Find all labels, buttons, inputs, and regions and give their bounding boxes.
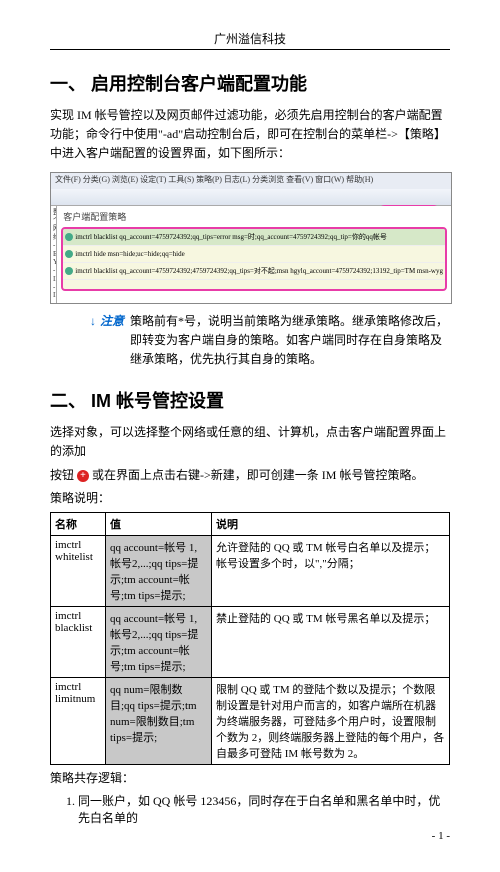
page-number: - 1 -: [50, 830, 450, 842]
row-icon: [65, 250, 73, 258]
note-label: 注意: [100, 312, 124, 370]
menubar: 文件(F) 分类(G) 浏览(E) 设定(T) 工具(S) 策略(P) 日志(L…: [51, 173, 451, 189]
cell-name: imctrl limitnum: [51, 677, 106, 764]
row-text: imctrl blacklist qq_account=4759724392;4…: [75, 266, 443, 276]
policy-table: 名称 值 说明 imctrl whitelist qq account=帐号 1…: [50, 512, 450, 765]
cell-name: imctrl whitelist: [51, 535, 106, 606]
label-explain: 策略说明：: [50, 489, 450, 508]
list-item: 同一账户，如 QQ 帐号 123456，同时存在于白名单和黑名单中时，优先白名单…: [78, 792, 450, 826]
policy-list-highlight: imctrl blacklist qq_account=4759724392;q…: [61, 227, 447, 291]
plus-icon: +: [77, 470, 89, 482]
section1-heading: 一、 启用控制台客户端配置功能: [50, 70, 450, 96]
note-block: ↓ 注意 策略前有*号，说明当前策略为继承策略。继承策略修改后，即转变为客户端自…: [90, 312, 450, 370]
policy-row: imctrl blacklist qq_account=4759724392;q…: [63, 229, 445, 246]
section2-para2: 按钮 + 或在界面上点击右键->新建，即可创建一条 IM 帐号管控策略。: [50, 466, 450, 485]
tree-item: 整个网络: [53, 208, 54, 242]
cell-value: qq account=帐号 1,帐号2,...;qq tips=提示;tm ac…: [105, 535, 211, 606]
content-label: 客户端配置策略: [57, 206, 451, 227]
section2-heading: 二、 IM 帐号管控设置: [50, 387, 450, 413]
cell-name: imctrl blacklist: [51, 606, 106, 677]
col-desc: 说明: [212, 512, 450, 535]
policy-row: imctrl hide msn=hide;uc=hide;qq=hide: [63, 246, 445, 263]
row-icon: [65, 267, 73, 275]
content-panel: 客户端配置策略 imctrl blacklist qq_account=4759…: [57, 206, 451, 304]
policy-row: imctrl blacklist qq_account=4759724392;4…: [63, 263, 445, 280]
cell-desc: 禁止登陆的 QQ 或 TM 帐号黑名单以及提示；: [212, 606, 450, 677]
app-screenshot: 文件(F) 分类(G) 浏览(E) 设定(T) 工具(S) 策略(P) 日志(L…: [50, 172, 452, 304]
table-row: imctrl limitnum qq num=限制数目;qq tips=提示;t…: [51, 677, 450, 764]
info-icon: ↓: [90, 312, 96, 370]
toolbar: [51, 189, 451, 206]
tree-item: - EXCHANGE-YUANZI: [53, 241, 54, 266]
table-row: imctrl blacklist qq account=帐号 1,帐号2,...…: [51, 606, 450, 677]
section1-para1: 实现 IM 帐号管控以及网页邮件过滤功能，必须先启用控制台的客户端配置功能；命令…: [50, 106, 450, 164]
row-text: imctrl hide msn=hide;uc=hide;qq=hide: [75, 250, 184, 258]
tree-item: - 2009-IDOC2641: [53, 300, 54, 304]
cell-value: qq account=帐号 1,帐号2,...;qq tips=提示;tm ac…: [105, 606, 211, 677]
tree-item: - IDOCSE: [53, 266, 54, 283]
cell-value: qq num=限制数目;qq tips=提示;tm num=限制数目;tm ti…: [105, 677, 211, 764]
para2b: 或在界面上点击右键->新建，即可创建一条 IM 帐号管控策略。: [92, 468, 423, 482]
row-icon: [65, 233, 73, 241]
tree-item: - IDOCSE.bjs: [53, 283, 54, 300]
label-coexist: 策略共存逻辑：: [50, 769, 450, 788]
col-name: 名称: [51, 512, 106, 535]
table-header-row: 名称 值 说明: [51, 512, 450, 535]
page-header: 广州溢信科技: [50, 30, 450, 50]
note-text: 策略前有*号，说明当前策略为继承策略。继承策略修改后，即转变为客户端自身的策略。…: [130, 312, 450, 370]
row-text: imctrl blacklist qq_account=4759724392;q…: [75, 232, 387, 242]
cell-desc: 允许登陆的 QQ 或 TM 帐号白名单以及提示；帐号设置多个时，以","分隔；: [212, 535, 450, 606]
table-row: imctrl whitelist qq account=帐号 1,帐号2,...…: [51, 535, 450, 606]
col-value: 值: [105, 512, 211, 535]
section2-para1: 选择对象，可以选择整个网络或任意的组、计算机，点击客户端配置界面上的添加: [50, 423, 450, 461]
para2a: 按钮: [50, 468, 74, 482]
cell-desc: 限制 QQ 或 TM 的登陆个数以及提示；个数限制设置是针对用户而言的，如客户端…: [212, 677, 450, 764]
